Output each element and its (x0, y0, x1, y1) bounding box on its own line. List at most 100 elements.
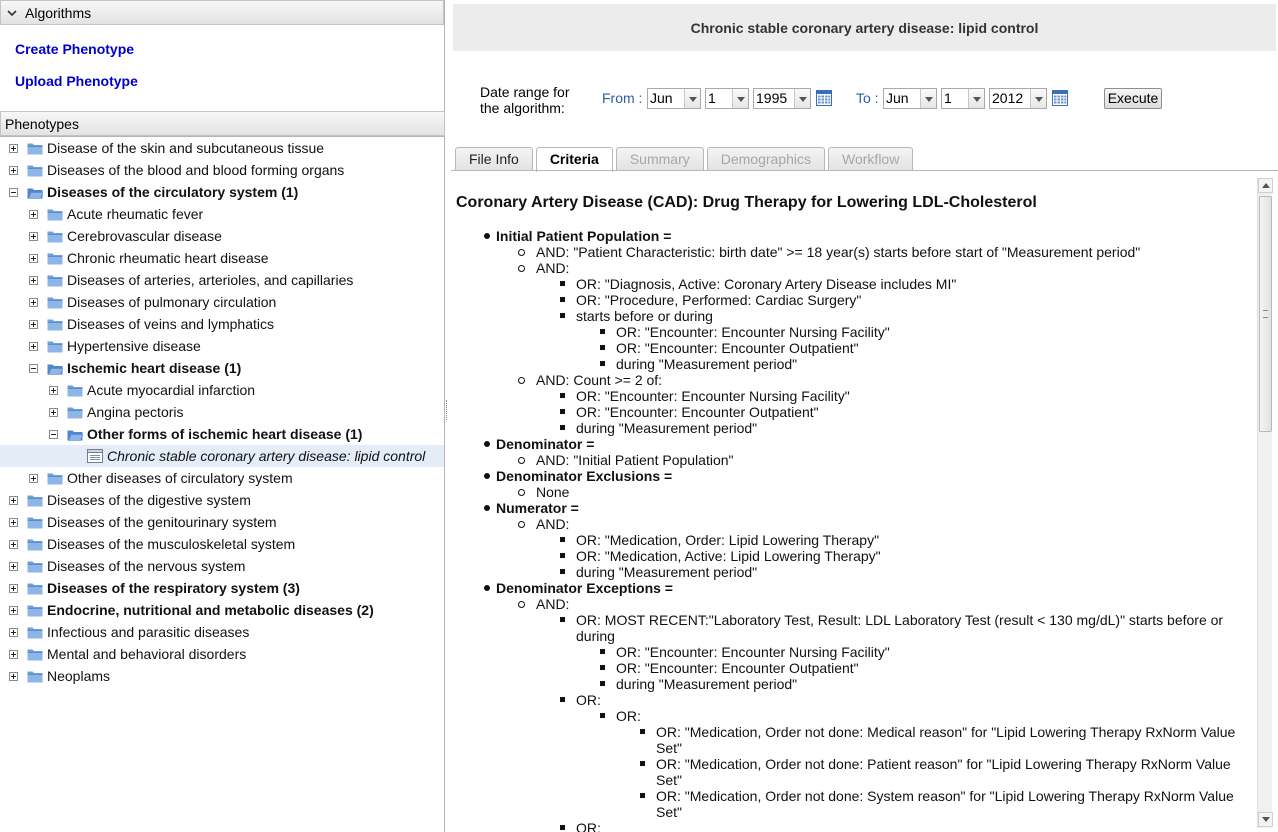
tab-label: File Info (469, 151, 519, 167)
chevron-down-icon (684, 89, 700, 108)
folder-icon (47, 231, 63, 242)
expand-plus-icon[interactable] (9, 561, 18, 571)
expand-plus-icon[interactable] (9, 671, 18, 681)
tree-node[interactable]: Endocrine, nutritional and metabolic dis… (0, 599, 444, 621)
collapse-minus-icon[interactable] (49, 429, 58, 439)
criteria-item: AND: Count >= 2 of: (451, 372, 1241, 388)
expand-plus-icon[interactable] (9, 605, 18, 615)
tree-node[interactable]: Other forms of ischemic heart disease (1… (0, 423, 444, 445)
expand-plus-icon[interactable] (9, 165, 18, 175)
expand-plus-icon[interactable] (49, 385, 58, 395)
scrollbar-thumb[interactable] (1259, 196, 1272, 432)
tab-bar: File Info Criteria Summary Demographics … (455, 147, 916, 172)
tree-node[interactable]: Angina pectoris (0, 401, 444, 423)
bullet-icon (600, 681, 605, 686)
from-year-select[interactable]: 1995 (753, 88, 811, 109)
folder-open-icon (67, 430, 83, 441)
from-day-select[interactable]: 1 (705, 88, 749, 109)
panel-splitter[interactable] (446, 400, 449, 420)
tree-node[interactable]: Diseases of the genitourinary system (0, 511, 444, 533)
tree-node[interactable]: Diseases of arteries, arterioles, and ca… (0, 269, 444, 291)
bullet-icon (560, 297, 565, 302)
create-phenotype-link[interactable]: Create Phenotype (15, 33, 444, 65)
tab-criteria[interactable]: Criteria (535, 147, 613, 172)
tree-node-label: Other diseases of circulatory system (67, 470, 293, 486)
calendar-icon[interactable] (1052, 90, 1068, 106)
vertical-scrollbar[interactable] (1257, 178, 1273, 828)
tab-label: Demographics (720, 151, 812, 167)
folder-icon (47, 473, 63, 484)
upload-phenotype-link[interactable]: Upload Phenotype (15, 65, 444, 97)
tab-file-info[interactable]: File Info (455, 147, 533, 171)
tree-node[interactable]: Chronic stable coronary artery disease: … (0, 445, 444, 467)
tree-node[interactable]: Diseases of the blood and blood forming … (0, 159, 444, 181)
criteria-text: OR: "Encounter: Encounter Outpatient" (616, 660, 859, 676)
tree-node[interactable]: Neoplams (0, 665, 444, 687)
tree-node[interactable]: Diseases of the digestive system (0, 489, 444, 511)
execute-button[interactable]: Execute (1104, 88, 1162, 109)
tree-node-label: Diseases of the musculoskeletal system (47, 536, 296, 552)
from-month-select[interactable]: Jun (647, 88, 701, 109)
phenotypes-header-label: Phenotypes (5, 115, 79, 132)
tree-node[interactable]: Diseases of the circulatory system (1) (0, 181, 444, 203)
tree-node[interactable]: Acute rheumatic fever (0, 203, 444, 225)
expand-plus-icon[interactable] (29, 341, 38, 351)
tree-node[interactable]: Diseases of the respiratory system (3) (0, 577, 444, 599)
to-day-select[interactable]: 1 (941, 88, 985, 109)
tree-node-label: Diseases of pulmonary circulation (67, 294, 277, 310)
phenotypes-header[interactable]: Phenotypes (0, 111, 445, 136)
tree-node[interactable]: Diseases of the nervous system (0, 555, 444, 577)
expand-plus-icon[interactable] (29, 253, 38, 263)
tree-node[interactable]: Cerebrovascular disease (0, 225, 444, 247)
tree-node[interactable]: Diseases of veins and lymphatics (0, 313, 444, 335)
bullet-icon (560, 425, 565, 430)
expand-plus-icon[interactable] (9, 517, 18, 527)
expand-plus-icon[interactable] (9, 143, 18, 153)
scroll-down-icon[interactable] (1258, 812, 1273, 827)
expand-plus-icon[interactable] (29, 473, 38, 483)
tree-node-label: Diseases of the circulatory system (1) (47, 184, 299, 200)
criteria-text: OR: (576, 820, 601, 832)
tree-node[interactable]: Infectious and parasitic diseases (0, 621, 444, 643)
collapse-minus-icon[interactable] (29, 363, 38, 373)
bullet-icon (560, 825, 565, 830)
tree-node[interactable]: Other diseases of circulatory system (0, 467, 444, 489)
criteria-item: AND: "Initial Patient Population" (451, 452, 1241, 468)
calendar-icon[interactable] (816, 90, 832, 106)
tree-node[interactable]: Ischemic heart disease (1) (0, 357, 444, 379)
tree-node[interactable]: Mental and behavioral disorders (0, 643, 444, 665)
to-year-select[interactable]: 2012 (989, 88, 1047, 109)
from-day-value: 1 (708, 90, 716, 106)
criteria-item: starts before or during (451, 308, 1241, 324)
tree-node[interactable]: Acute myocardial infarction (0, 379, 444, 401)
criteria-text: OR: "Encounter: Encounter Nursing Facili… (576, 388, 850, 404)
to-month-select[interactable]: Jun (883, 88, 937, 109)
collapse-minus-icon[interactable] (9, 187, 18, 197)
expand-plus-icon[interactable] (29, 275, 38, 285)
tree-node[interactable]: Chronic rheumatic heart disease (0, 247, 444, 269)
tree-node[interactable]: Diseases of the musculoskeletal system (0, 533, 444, 555)
tab-workflow[interactable]: Workflow (828, 147, 914, 171)
tree-node[interactable]: Diseases of pulmonary circulation (0, 291, 444, 313)
expand-plus-icon[interactable] (9, 649, 18, 659)
expand-plus-icon[interactable] (49, 407, 58, 417)
expand-plus-icon[interactable] (29, 297, 38, 307)
scroll-up-icon[interactable] (1258, 178, 1273, 193)
expand-plus-icon[interactable] (9, 583, 18, 593)
chevron-down-icon (794, 89, 810, 108)
criteria-text: Denominator Exclusions = (496, 468, 673, 484)
tab-demographics[interactable]: Demographics (706, 147, 826, 171)
tree-node[interactable]: Disease of the skin and subcutaneous tis… (0, 137, 444, 159)
tree-node[interactable]: Hypertensive disease (0, 335, 444, 357)
expand-plus-icon[interactable] (9, 539, 18, 549)
expand-plus-icon[interactable] (9, 495, 18, 505)
tab-summary[interactable]: Summary (615, 147, 704, 171)
bullet-icon (560, 553, 565, 558)
folder-icon (47, 297, 63, 308)
expand-plus-icon[interactable] (29, 319, 38, 329)
expand-plus-icon[interactable] (29, 231, 38, 241)
page-title-bar: Chronic stable coronary artery disease: … (453, 4, 1276, 51)
expand-plus-icon[interactable] (29, 209, 38, 219)
algorithms-header[interactable]: Algorithms (0, 0, 444, 25)
expand-plus-icon[interactable] (9, 627, 18, 637)
